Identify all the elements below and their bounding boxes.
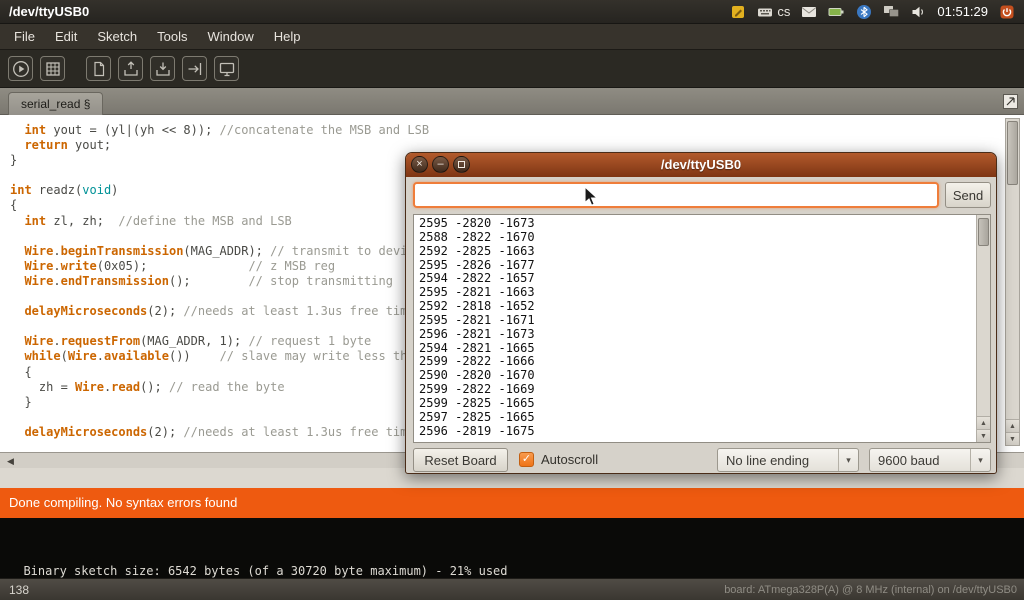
compile-status-message: Done compiling. No syntax errors found (9, 495, 237, 510)
compile-status-bar: Done compiling. No syntax errors found (0, 488, 1024, 518)
menu-sketch[interactable]: Sketch (87, 24, 147, 49)
verify-button[interactable] (8, 56, 33, 81)
serial-scroll-down-icon[interactable]: ▼ (977, 429, 990, 442)
check-icon: ✓ (522, 453, 531, 465)
menu-tools[interactable]: Tools (147, 24, 197, 49)
new-button[interactable] (86, 56, 111, 81)
clock[interactable]: 01:51:29 (937, 4, 988, 19)
session-menu-icon[interactable] (999, 4, 1015, 20)
close-button[interactable]: × (411, 156, 428, 173)
board-info: board: ATmega328P(A) @ 8 MHz (internal) … (724, 584, 1017, 596)
chevron-down-icon: ▾ (970, 449, 990, 471)
tab-serial-read[interactable]: serial_read § (8, 92, 103, 115)
toolbar (0, 50, 1024, 88)
send-button[interactable]: Send (945, 182, 991, 208)
notes-icon[interactable] (730, 4, 746, 20)
serial-output-line: 2596 -2821 -1673 (419, 328, 971, 342)
window-titlebar[interactable]: /dev/ttyUSB0 (406, 153, 996, 177)
battery-icon[interactable] (828, 5, 845, 19)
serial-vscroll-thumb[interactable] (978, 218, 989, 246)
serial-output-line: 2588 -2822 -1670 (419, 231, 971, 245)
window-buttons: × – (411, 156, 470, 173)
menu-file[interactable]: File (4, 24, 45, 49)
menu-help[interactable]: Help (264, 24, 311, 49)
keyboard-layout-label: cs (777, 4, 790, 19)
tab-strip: serial_read § (0, 88, 1024, 115)
save-button[interactable] (150, 56, 175, 81)
stop-button[interactable] (40, 56, 65, 81)
editor-vscroll[interactable]: ▲ ▼ (1005, 118, 1020, 446)
bluetooth-icon[interactable] (856, 4, 872, 20)
window-title: /dev/ttyUSB0 (9, 4, 89, 19)
autoscroll-checkbox[interactable]: ✓ (519, 452, 534, 467)
serial-output-line: 2592 -2818 -1652 (419, 300, 971, 314)
network-icon[interactable] (883, 4, 900, 19)
editor-scroll-up-icon[interactable]: ▲ (1006, 419, 1019, 432)
system-tray: cs 01:51:29 (730, 4, 1018, 20)
chevron-down-icon: ▾ (838, 449, 858, 471)
status-line: 138 board: ATmega328P(A) @ 8 MHz (intern… (0, 578, 1024, 600)
console: Binary sketch size: 6542 bytes (of a 307… (0, 518, 1024, 578)
baud-select[interactable]: 9600 baud ▾ (869, 448, 991, 472)
serial-output-line: 2599 -2825 -1665 (419, 397, 971, 411)
keyboard-icon (757, 4, 773, 20)
baud-value: 9600 baud (870, 453, 970, 468)
tab-menu-button[interactable] (1002, 93, 1019, 110)
serial-monitor-window: /dev/ttyUSB0 × – Send 2595 -2820 -167325… (405, 152, 997, 474)
serial-output-line: 2590 -2820 -1670 (419, 369, 971, 383)
line-ending-value: No line ending (718, 453, 838, 468)
serial-output-line: 2592 -2825 -1663 (419, 245, 971, 259)
serial-output-line: 2595 -2826 -1677 (419, 259, 971, 273)
serial-monitor-title: /dev/ttyUSB0 (661, 157, 741, 172)
code-line: return yout; (10, 138, 1024, 153)
upload-button[interactable] (182, 56, 207, 81)
hscroll-left-icon[interactable]: ◀ (7, 456, 14, 467)
serial-input[interactable] (413, 182, 939, 208)
keyboard-indicator[interactable]: cs (757, 4, 790, 20)
serial-output-line: 2595 -2820 -1673 (419, 217, 971, 231)
serial-output-line: 2599 -2822 -1666 (419, 355, 971, 369)
volume-icon[interactable] (911, 5, 926, 19)
line-number: 138 (9, 583, 29, 597)
minimize-button[interactable]: – (432, 156, 449, 173)
autoscroll-label: Autoscroll (541, 448, 598, 472)
serial-output-line: 2594 -2821 -1665 (419, 342, 971, 356)
serial-output[interactable]: 2595 -2820 -16732588 -2822 -16702592 -28… (413, 214, 991, 443)
line-ending-select[interactable]: No line ending ▾ (717, 448, 859, 472)
editor-vscroll-thumb[interactable] (1007, 121, 1018, 185)
serial-output-line: 2594 -2822 -1657 (419, 272, 971, 286)
reset-board-button[interactable]: Reset Board (413, 448, 508, 472)
editor-scroll-down-icon[interactable]: ▼ (1006, 432, 1019, 445)
serial-vscroll[interactable]: ▲ ▼ (976, 215, 990, 442)
open-button[interactable] (118, 56, 143, 81)
serial-output-line: 2597 -2825 -1665 (419, 411, 971, 425)
menu-edit[interactable]: Edit (45, 24, 87, 49)
top-panel: /dev/ttyUSB0 cs 01:51:29 (0, 0, 1024, 24)
maximize-button[interactable] (453, 156, 470, 173)
console-text: Binary sketch size: 6542 bytes (of a 307… (23, 564, 507, 578)
menubar: FileEditSketchToolsWindowHelp (0, 24, 1024, 50)
serial-output-text: 2595 -2820 -16732588 -2822 -16702592 -28… (414, 215, 976, 442)
serial-output-line: 2595 -2821 -1671 (419, 314, 971, 328)
code-line: int yout = (yl|(yh << 8)); //concatenate… (10, 123, 1024, 138)
mail-icon[interactable] (801, 5, 817, 19)
menu-window[interactable]: Window (197, 24, 263, 49)
serial-output-line: 2599 -2822 -1669 (419, 383, 971, 397)
serial-output-line: 2596 -2819 -1675 (419, 425, 971, 439)
serial-output-line: 2595 -2821 -1663 (419, 286, 971, 300)
maximize-icon (458, 161, 465, 168)
serial-monitor-button[interactable] (214, 56, 239, 81)
serial-scroll-up-icon[interactable]: ▲ (977, 416, 990, 429)
